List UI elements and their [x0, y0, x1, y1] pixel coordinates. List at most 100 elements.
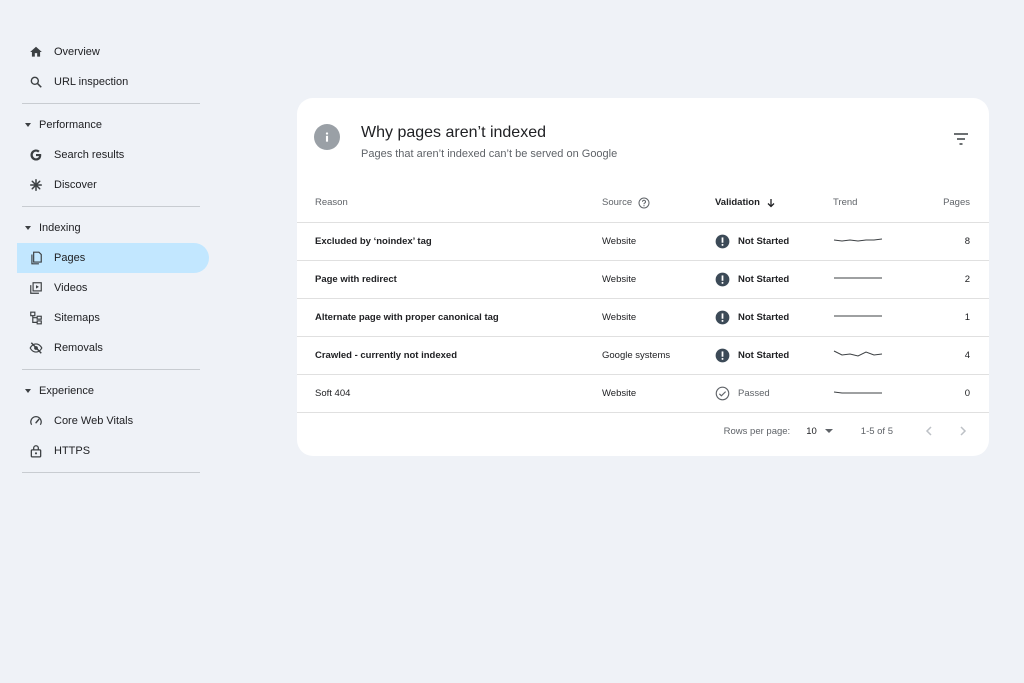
divider: [22, 206, 200, 207]
caret-down-icon: [25, 389, 31, 393]
source-cell: Website: [602, 374, 715, 413]
source-cell: Website: [602, 222, 715, 261]
validation-cell: Not Started: [715, 336, 833, 375]
section-indexing[interactable]: Indexing: [17, 213, 209, 243]
section-performance[interactable]: Performance: [17, 110, 209, 140]
trend-sparkline: [834, 277, 882, 279]
nav-item-core-web-vitals[interactable]: Core Web Vitals: [17, 406, 209, 436]
column-header-reason[interactable]: Reason: [297, 184, 602, 223]
trend-cell: [833, 222, 928, 261]
home-icon: [29, 45, 43, 59]
table-row[interactable]: Alternate page with proper canonical tag…: [297, 298, 989, 337]
pages-cell: 8: [928, 222, 989, 261]
nav-label: Search results: [54, 149, 125, 161]
help-icon[interactable]: [638, 197, 650, 209]
nav-item-removals[interactable]: Removals: [17, 333, 209, 363]
caret-down-icon: [25, 226, 31, 230]
nav-item-overview[interactable]: Overview: [17, 37, 209, 67]
validation-cell: Not Started: [715, 260, 833, 299]
source-cell: Website: [602, 298, 715, 337]
divider: [22, 472, 200, 473]
eye-off-icon: [29, 341, 43, 355]
card-header: Why pages aren’t indexed Pages that aren…: [314, 124, 972, 164]
nav-item-videos[interactable]: Videos: [17, 273, 209, 303]
column-header-source[interactable]: Source: [602, 184, 715, 223]
pages-icon: [29, 251, 43, 265]
video-icon: [29, 281, 43, 295]
column-header-validation[interactable]: Validation: [715, 184, 833, 223]
reason-cell: Soft 404: [297, 374, 602, 413]
table-row[interactable]: Page with redirect Website Not Started 2: [297, 260, 989, 299]
rows-per-page-label: Rows per page:: [723, 425, 791, 437]
nav-label: URL inspection: [54, 76, 129, 88]
trend-cell: [833, 260, 928, 299]
trend-cell: [833, 298, 928, 337]
reason-cell: Page with redirect: [297, 260, 602, 299]
asterisk-icon: [29, 178, 43, 192]
reasons-table: Reason Source Validation Trend Pages Exc…: [297, 184, 989, 413]
nav-label: Discover: [54, 179, 97, 191]
section-label: Experience: [39, 385, 95, 397]
validation-status: Not Started: [738, 311, 790, 323]
next-page-icon[interactable]: [957, 425, 969, 437]
caret-down-icon: [25, 123, 31, 127]
nav-label: Sitemaps: [54, 312, 100, 324]
alert-circle-icon: [715, 272, 730, 286]
sidebar: Overview URL inspection Performance Sear…: [17, 37, 209, 479]
nav-item-url-inspection[interactable]: URL inspection: [17, 67, 209, 97]
card-title: Why pages aren’t indexed: [361, 124, 546, 141]
table-row[interactable]: Excluded by ‘noindex’ tag Website Not Star…: [297, 222, 989, 261]
rows-per-page-dropdown-icon[interactable]: [824, 429, 833, 433]
nav-label: Removals: [54, 342, 103, 354]
pages-cell: 1: [928, 298, 989, 337]
gauge-icon: [29, 414, 43, 428]
card-subtitle: Pages that aren’t indexed can’t be serve…: [361, 148, 618, 160]
divider: [22, 369, 200, 370]
reason-cell: Alternate page with proper canonical tag: [297, 298, 602, 337]
column-header-validation-label: Validation: [715, 197, 760, 209]
validation-status: Not Started: [738, 235, 790, 247]
nav-item-sitemaps[interactable]: Sitemaps: [17, 303, 209, 333]
validation-status: Not Started: [738, 349, 790, 361]
pages-cell: 4: [928, 336, 989, 375]
validation-status: Passed: [738, 387, 770, 399]
google-g-icon: [29, 148, 43, 162]
table-row[interactable]: Soft 404 Website Passed 0: [297, 374, 989, 413]
rows-per-page-select[interactable]: 10: [806, 426, 817, 437]
previous-page-icon[interactable]: [923, 425, 935, 437]
filter-icon[interactable]: [953, 132, 969, 146]
pagination-range: 1-5 of 5: [860, 425, 893, 437]
nav-item-search-results[interactable]: Search results: [17, 140, 209, 170]
trend-cell: [833, 374, 928, 413]
nav-item-https[interactable]: HTTPS: [17, 436, 209, 466]
validation-cell: Not Started: [715, 298, 833, 337]
pages-cell: 2: [928, 260, 989, 299]
trend-sparkline: [833, 238, 883, 242]
nav-item-discover[interactable]: Discover: [17, 170, 209, 200]
column-header-pages[interactable]: Pages: [928, 184, 989, 223]
not-indexed-card: Why pages aren’t indexed Pages that aren…: [297, 98, 989, 456]
table-header-row: Reason Source Validation Trend Pages: [297, 184, 989, 223]
section-label: Performance: [39, 119, 102, 131]
validation-status: Not Started: [738, 273, 790, 285]
lock-icon: [29, 444, 43, 458]
table-row[interactable]: Crawled - currently not indexed Google sy…: [297, 336, 989, 375]
column-header-trend: Trend: [833, 184, 928, 223]
column-header-source-label: Source: [602, 197, 633, 209]
nav-label: Videos: [54, 282, 88, 294]
section-experience[interactable]: Experience: [17, 376, 209, 406]
nav-item-pages[interactable]: Pages: [17, 243, 209, 273]
check-circle-icon: [715, 386, 730, 400]
nav-label: Pages: [54, 252, 86, 264]
section-label: Indexing: [39, 222, 81, 234]
trend-cell: [833, 336, 928, 375]
trend-line: [833, 391, 882, 394]
trend-sparkline: [833, 350, 883, 357]
nav-label: HTTPS: [54, 445, 91, 457]
divider: [22, 103, 200, 104]
alert-circle-icon: [715, 310, 730, 324]
info-icon: [314, 124, 340, 150]
trend-sparkline: [834, 315, 882, 317]
trend-line: [833, 350, 883, 357]
arrow-down-icon: [767, 198, 775, 208]
